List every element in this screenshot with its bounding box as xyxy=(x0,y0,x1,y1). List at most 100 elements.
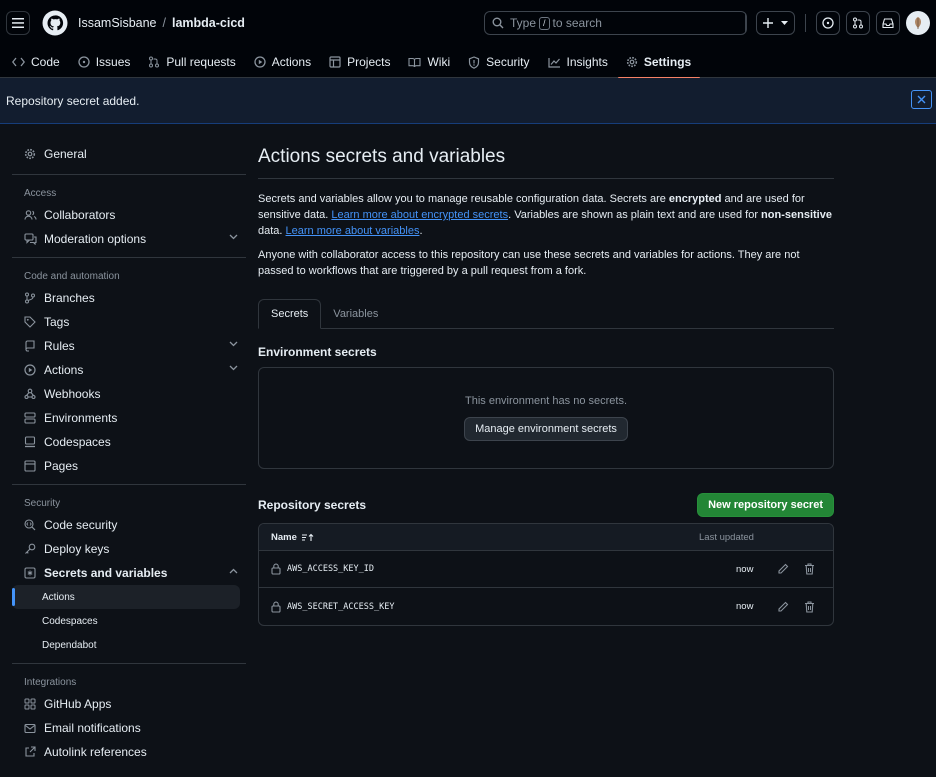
sidebar-item-secrets-variables[interactable]: Secrets and variables xyxy=(12,561,246,585)
main-content: Actions secrets and variables Secrets an… xyxy=(258,142,834,626)
settings-sidebar: General Access Collaborators Moderation … xyxy=(12,142,246,764)
sidebar-item-label: Rules xyxy=(44,339,75,353)
learn-more-variables-link[interactable]: Learn more about variables xyxy=(286,225,420,237)
trash-icon[interactable] xyxy=(804,600,815,613)
desc-text: . xyxy=(419,225,423,237)
description: Secrets and variables allow you to manag… xyxy=(258,191,834,239)
tab-pull-requests[interactable]: Pull requests xyxy=(148,46,244,78)
tab-issues[interactable]: Issues xyxy=(78,46,140,78)
tag-icon xyxy=(24,316,36,328)
inbox-button[interactable] xyxy=(876,11,900,35)
desc-text: . Variables are shown as plain text and … xyxy=(508,209,762,221)
search-input[interactable]: Type / to search xyxy=(484,11,747,35)
sidebar-item-codespaces[interactable]: Codespaces xyxy=(12,430,246,454)
sidebar-item-webhooks[interactable]: Webhooks xyxy=(12,382,246,406)
sidebar-subitem-actions[interactable]: Actions xyxy=(12,585,240,609)
sidebar-item-label: Moderation options xyxy=(44,232,147,246)
desc-text: Secrets and variables allow you to manag… xyxy=(258,193,669,205)
tab-code-label: Code xyxy=(31,55,60,69)
learn-more-secrets-link[interactable]: Learn more about encrypted secrets xyxy=(331,209,508,221)
pencil-icon[interactable] xyxy=(777,563,789,575)
tab-insights[interactable]: Insights xyxy=(547,46,617,78)
codescan-icon xyxy=(24,519,36,531)
tab-settings[interactable]: Settings xyxy=(617,46,701,79)
pull-requests-button[interactable] xyxy=(846,11,870,35)
sidebar-item-branches[interactable]: Branches xyxy=(12,286,246,310)
sidebar-item-label: Email notifications xyxy=(44,721,141,735)
description-access: Anyone with collaborator access to this … xyxy=(258,249,800,277)
sidebar-subitem-dependabot[interactable]: Dependabot xyxy=(12,633,246,657)
sidebar-item-pages[interactable]: Pages xyxy=(12,454,246,478)
global-header: IssamSisbane / lambda-cicd Type / to sea… xyxy=(0,0,936,79)
tab-actions-label: Actions xyxy=(271,55,312,69)
sidebar-item-moderation[interactable]: Moderation options xyxy=(12,227,246,251)
tab-security[interactable]: Security xyxy=(468,46,538,78)
trash-icon[interactable] xyxy=(804,563,815,575)
gear-icon xyxy=(24,148,36,160)
github-logo-icon[interactable] xyxy=(42,10,68,36)
manage-environment-secrets-button[interactable]: Manage environment secrets xyxy=(464,417,628,441)
breadcrumb-owner[interactable]: IssamSisbane xyxy=(78,16,157,30)
issues-button[interactable] xyxy=(816,11,840,35)
sidebar-item-label: Deploy keys xyxy=(44,542,110,556)
menu-button[interactable] xyxy=(6,11,30,35)
sidebar-item-label: Secrets and variables xyxy=(44,566,168,580)
sidebar-item-label: Actions xyxy=(44,363,84,377)
tab-actions[interactable]: Actions xyxy=(254,46,320,78)
pencil-icon[interactable] xyxy=(777,601,789,613)
sidebar-item-email-notifications[interactable]: Email notifications xyxy=(12,716,246,740)
sidebar-item-github-apps[interactable]: GitHub Apps xyxy=(12,692,246,716)
apps-icon xyxy=(24,698,36,710)
sidebar-item-general[interactable]: General xyxy=(12,142,246,166)
tab-projects[interactable]: Projects xyxy=(329,46,399,78)
play-icon xyxy=(24,364,36,376)
header-actions xyxy=(741,11,930,35)
page-title: Actions secrets and variables xyxy=(258,142,834,179)
sidebar-heading-access: Access xyxy=(24,187,57,199)
flash-close-button[interactable] xyxy=(911,90,932,109)
tab-issues-label: Issues xyxy=(95,55,131,69)
sidebar-item-collaborators[interactable]: Collaborators xyxy=(12,203,246,227)
avatar[interactable] xyxy=(906,11,930,35)
tab-wiki-label: Wiki xyxy=(427,55,451,69)
header-divider xyxy=(745,14,746,32)
sidebar-item-label: Autolink references xyxy=(44,745,147,759)
search-prefix: Type xyxy=(510,16,537,30)
secret-updated: now xyxy=(736,601,754,612)
sidebar-item-rules[interactable]: Rules xyxy=(12,334,246,358)
sidebar-item-environments[interactable]: Environments xyxy=(12,406,246,430)
shield-icon xyxy=(469,55,480,69)
sidebar-item-autolink[interactable]: Autolink references xyxy=(12,740,246,764)
search-suffix: to search xyxy=(552,16,602,30)
play-icon xyxy=(254,56,266,68)
sidebar-item-actions[interactable]: Actions xyxy=(12,358,246,382)
secret-name: AWS_ACCESS_KEY_ID xyxy=(287,564,374,574)
repository-secrets-heading: Repository secrets xyxy=(258,498,367,512)
sidebar-item-deploy-keys[interactable]: Deploy keys xyxy=(12,537,246,561)
secret-updated: now xyxy=(736,563,754,575)
new-repository-secret-button[interactable]: New repository secret xyxy=(697,493,834,517)
tab-secrets[interactable]: Secrets xyxy=(258,299,322,329)
tab-variables[interactable]: Variables xyxy=(321,299,390,328)
plus-icon xyxy=(763,18,773,28)
issue-opened-icon xyxy=(78,56,90,68)
comment-discussion-icon xyxy=(24,233,37,245)
sidebar-heading-code-automation: Code and automation xyxy=(24,270,120,282)
sidebar-item-label: Environments xyxy=(44,411,118,425)
flash-message: Repository secret added. xyxy=(6,93,140,108)
mail-icon xyxy=(24,723,36,733)
breadcrumb-repo[interactable]: lambda-cicd xyxy=(172,16,245,30)
table-header: Name Last updated xyxy=(259,524,833,551)
create-new-button[interactable] xyxy=(756,11,795,35)
column-name[interactable]: Name xyxy=(271,532,314,543)
table-icon xyxy=(329,56,341,68)
sidebar-item-tags[interactable]: Tags xyxy=(12,310,246,334)
breadcrumb-separator: / xyxy=(162,16,166,30)
tab-wiki[interactable]: Wiki xyxy=(408,46,459,78)
graph-icon xyxy=(547,57,560,68)
tab-code[interactable]: Code xyxy=(12,46,69,78)
codespaces-icon xyxy=(24,436,36,448)
sidebar-item-code-security[interactable]: Code security xyxy=(12,513,246,537)
sidebar-subitem-codespaces[interactable]: Codespaces xyxy=(12,609,246,633)
sidebar-item-label: Collaborators xyxy=(44,208,116,222)
